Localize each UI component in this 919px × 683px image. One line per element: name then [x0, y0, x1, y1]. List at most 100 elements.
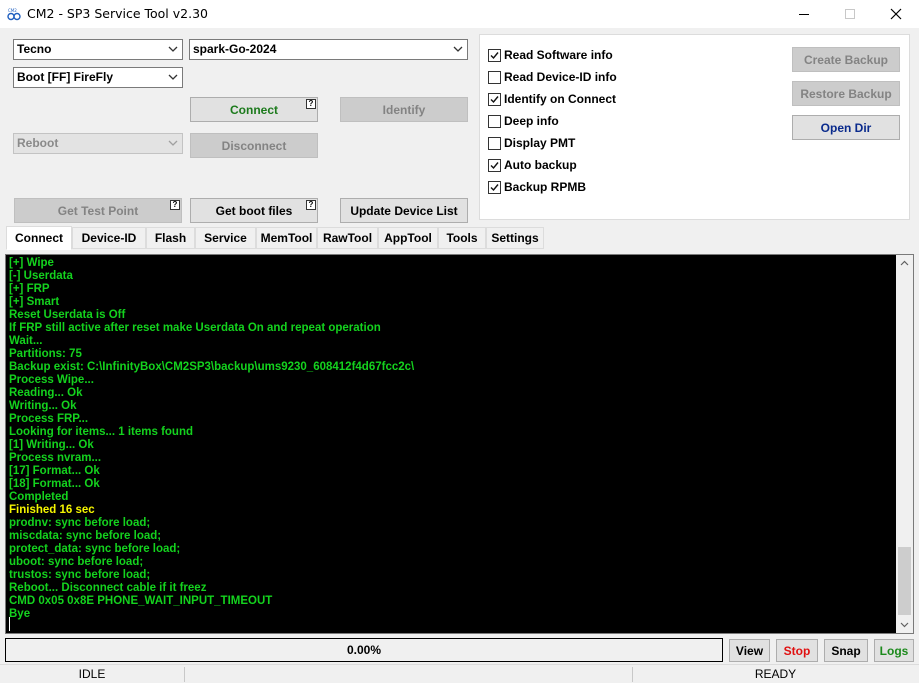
progress-bar: 0.00%: [5, 638, 723, 662]
option-label: Auto backup: [504, 158, 577, 172]
view-label: View: [735, 643, 764, 658]
status-left: IDLE: [78, 667, 106, 681]
tab-service[interactable]: Service: [195, 227, 256, 249]
log-scrollbar[interactable]: [896, 255, 913, 633]
boot-select[interactable]: Boot [FF] FireFly: [13, 67, 183, 88]
view-button[interactable]: View: [729, 639, 770, 662]
get-test-point-button[interactable]: Get Test Point ?: [14, 198, 182, 223]
option-label: Read Software info: [504, 48, 613, 62]
options-panel: Create Backup Restore Backup Open Dir Re…: [479, 34, 910, 220]
scroll-thumb[interactable]: [898, 547, 911, 615]
checkbox[interactable]: [488, 70, 501, 84]
tab-settings[interactable]: Settings: [486, 227, 544, 249]
log-line: prodnv: sync before load;: [9, 517, 151, 529]
log-line: CMD 0x05 0x8E PHONE_WAIT_INPUT_TIMEOUT: [9, 595, 273, 607]
reboot-select-value: Reboot: [17, 136, 59, 150]
maximize-button[interactable]: [827, 0, 873, 28]
checkbox[interactable]: [488, 158, 501, 172]
option-read-software-info[interactable]: Read Software info: [488, 47, 613, 63]
scroll-down-icon[interactable]: [896, 616, 913, 633]
tab-memtool[interactable]: MemTool: [256, 227, 317, 249]
checkbox[interactable]: [488, 92, 501, 106]
log-line: protect_data: sync before load;: [9, 543, 181, 555]
checkbox[interactable]: [488, 136, 501, 150]
boot-select-value: Boot [FF] FireFly: [17, 70, 113, 84]
log-line: Process nvram...: [9, 452, 102, 464]
open-dir-button[interactable]: Open Dir: [792, 115, 900, 140]
brand-select-value: Tecno: [17, 42, 52, 56]
status-right: READY: [754, 667, 797, 681]
close-button[interactable]: [873, 0, 919, 28]
log-line: If FRP still active after reset make Use…: [9, 322, 381, 334]
status-divider: [184, 667, 185, 682]
create-backup-button[interactable]: Create Backup: [792, 47, 900, 72]
restore-backup-label: Restore Backup: [800, 86, 892, 101]
create-backup-label: Create Backup: [803, 52, 889, 67]
connect-button[interactable]: Connect ?: [190, 97, 318, 122]
log-line: [+] Smart: [9, 296, 60, 308]
checkbox[interactable]: [488, 114, 501, 128]
connect-label: Connect: [230, 102, 278, 117]
chevron-down-icon: [168, 46, 178, 52]
checkmark-icon: [490, 183, 499, 191]
snap-button[interactable]: Snap: [824, 639, 868, 662]
progress-text: 0.00%: [346, 643, 382, 657]
option-backup-rpmb[interactable]: Backup RPMB: [488, 179, 586, 195]
text-cursor: [9, 617, 10, 631]
tab-connect[interactable]: Connect: [6, 226, 72, 250]
option-label: Deep info: [504, 114, 559, 128]
help-icon[interactable]: ?: [306, 99, 316, 109]
log-line: [+] Wipe: [9, 257, 54, 269]
option-read-device-id-info[interactable]: Read Device-ID info: [488, 69, 617, 85]
restore-backup-button[interactable]: Restore Backup: [792, 81, 900, 106]
tab-device-id[interactable]: Device-ID: [72, 227, 146, 249]
disconnect-button[interactable]: Disconnect: [190, 133, 318, 158]
chevron-down-icon: [168, 74, 178, 80]
log-line: Process Wipe...: [9, 374, 94, 386]
model-select[interactable]: spark-Go-2024: [189, 39, 468, 60]
log-line: Completed: [9, 491, 69, 503]
option-identify-on-connect[interactable]: Identify on Connect: [488, 91, 616, 107]
get-boot-files-button[interactable]: Get boot files ?: [190, 198, 318, 223]
window-title: CM2 - SP3 Service Tool v2.30: [27, 6, 208, 21]
log-line: Bye: [9, 608, 31, 620]
chevron-down-icon: [168, 140, 178, 146]
option-deep-info[interactable]: Deep info: [488, 113, 559, 129]
log-line: Wait...: [9, 335, 43, 347]
model-select-value: spark-Go-2024: [193, 42, 277, 56]
log-line: [18] Format... Ok: [9, 478, 100, 490]
tab-flash[interactable]: Flash: [146, 227, 195, 249]
help-icon[interactable]: ?: [306, 200, 316, 210]
log-line: Looking for items... 1 items found: [9, 426, 194, 438]
update-device-list-button[interactable]: Update Device List: [340, 198, 468, 223]
option-auto-backup[interactable]: Auto backup: [488, 157, 577, 173]
checkmark-icon: [490, 95, 499, 103]
tab-tools[interactable]: Tools: [438, 227, 486, 249]
log-console[interactable]: [+] Wipe [-] Userdata [+] FRP [+] Smart Rese…: [5, 254, 914, 634]
option-label: Identify on Connect: [504, 92, 616, 106]
identify-button[interactable]: Identify: [340, 97, 468, 122]
reboot-select[interactable]: Reboot: [13, 133, 183, 154]
minimize-button[interactable]: [781, 0, 827, 28]
help-icon[interactable]: ?: [170, 200, 180, 210]
log-line: [1] Writing... Ok: [9, 439, 94, 451]
log-line: Finished 16 sec: [9, 504, 95, 516]
option-display-pmt[interactable]: Display PMT: [488, 135, 575, 151]
log-line: Writing... Ok: [9, 400, 77, 412]
option-label: Backup RPMB: [504, 180, 587, 194]
stop-label: Stop: [783, 643, 811, 658]
snap-label: Snap: [831, 643, 861, 658]
close-icon: [890, 8, 902, 20]
scroll-up-icon[interactable]: [896, 255, 913, 272]
svg-text:CM2: CM2: [8, 8, 17, 13]
log-line: Reboot... Disconnect cable if it freez: [9, 582, 207, 594]
log-line: Reading... Ok: [9, 387, 83, 399]
tab-rawtool[interactable]: RawTool: [317, 227, 378, 249]
checkbox[interactable]: [488, 180, 501, 194]
checkbox[interactable]: [488, 48, 501, 62]
tab-apptool[interactable]: AppTool: [378, 227, 438, 249]
stop-button[interactable]: Stop: [776, 639, 818, 662]
logs-button[interactable]: Logs: [874, 639, 914, 662]
log-line: [17] Format... Ok: [9, 465, 100, 477]
brand-select[interactable]: Tecno: [13, 39, 183, 60]
